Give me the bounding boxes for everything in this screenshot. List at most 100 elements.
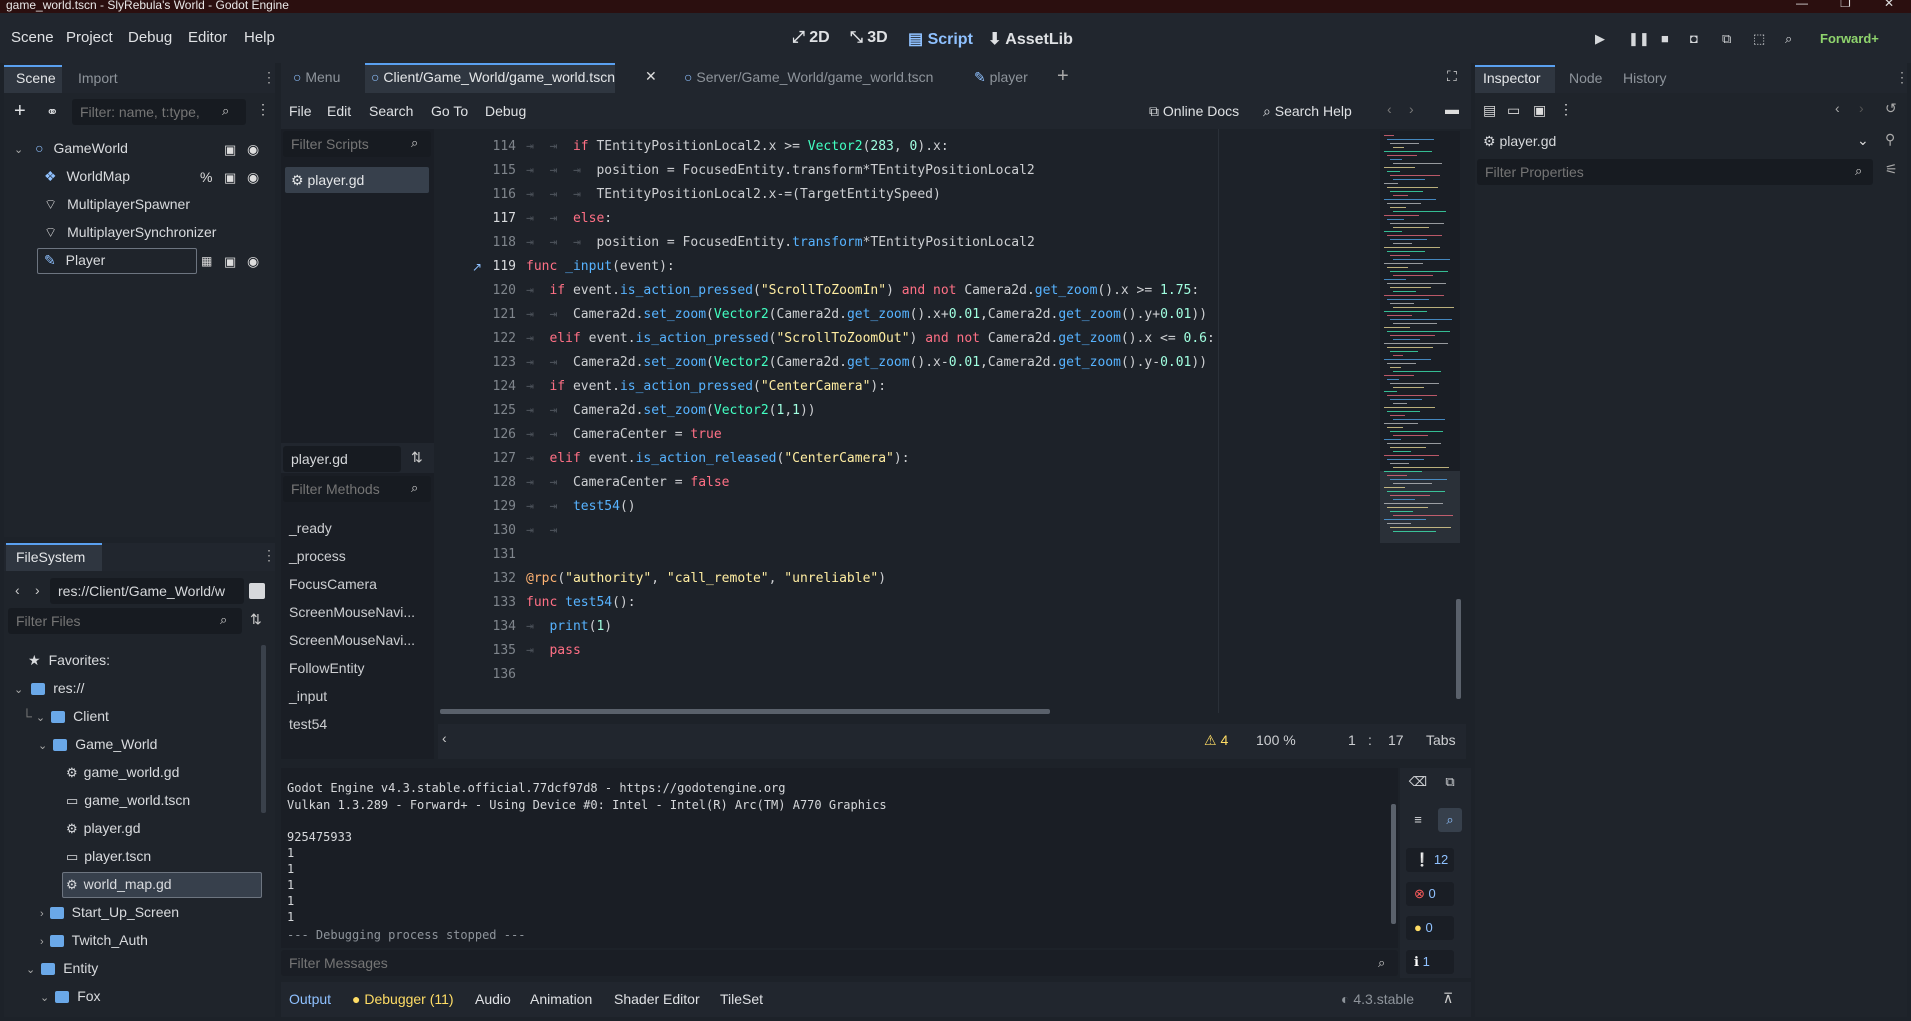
filter-messages-input[interactable] — [281, 950, 1398, 976]
tab-player[interactable]: ✎ player — [974, 69, 1028, 86]
menu-debug[interactable]: Debug — [128, 29, 172, 46]
toggle-panel-icon[interactable]: ▬ — [1445, 101, 1459, 117]
code-editor[interactable]: 114 115 116 117 118 119 120 121 122 123 … — [438, 129, 1466, 724]
folder-entity[interactable]: ⌄ Entity — [26, 960, 98, 976]
next-script-icon[interactable]: › — [1409, 101, 1414, 117]
collapse-icon[interactable]: ≡ — [1406, 808, 1430, 832]
tab-shader-editor[interactable]: Shader Editor — [614, 991, 700, 1007]
forward-icon[interactable]: › — [35, 582, 40, 598]
filter-scripts-input[interactable] — [283, 131, 431, 157]
workspace-2d-button[interactable]: ⤢ 2D — [792, 29, 830, 47]
menu-help[interactable]: Help — [244, 29, 275, 46]
script-menu-goto[interactable]: Go To — [431, 103, 468, 119]
file-game-world-tscn[interactable]: ▭ game_world.tscn — [66, 792, 190, 809]
script-menu-file[interactable]: File — [289, 103, 312, 119]
zoom-level[interactable]: 100 % — [1256, 732, 1296, 748]
resource-options-icon[interactable]: ⋮ — [1559, 101, 1573, 118]
inspected-object-selector[interactable]: ⚙ player.gd ⌄ — [1475, 129, 1875, 155]
filesystem-filter-input[interactable] — [8, 608, 242, 634]
folder-twitch-auth[interactable]: › Twitch_Auth — [40, 932, 148, 948]
play-scene-icon[interactable]: ⧉ — [1722, 31, 1731, 47]
code-hscrollbar[interactable] — [440, 709, 1050, 714]
scene-node-multiplayerspawner[interactable]: ⌔ MultiplayerSpawner — [44, 196, 190, 214]
method-item[interactable]: _ready — [289, 520, 332, 536]
tab-node[interactable]: Node — [1569, 70, 1602, 86]
close-tab-icon[interactable]: ✕ — [645, 68, 657, 85]
method-item[interactable]: FocusCamera — [289, 576, 377, 592]
save-resource-icon[interactable]: ▣ — [1533, 102, 1546, 119]
file-player-tscn[interactable]: ▭ player.tscn — [66, 848, 151, 865]
folder-start-up-screen[interactable]: › Start_Up_Screen — [40, 904, 179, 920]
script-menu-debug[interactable]: Debug — [485, 103, 526, 119]
clapper-icon[interactable]: ▦ — [201, 254, 212, 268]
maximize-icon[interactable]: ❐ — [1840, 0, 1851, 9]
method-override-icon[interactable]: ↗ — [472, 260, 482, 274]
play-icon[interactable]: ▶ — [1595, 31, 1605, 47]
pin-panel-icon[interactable]: ⊼ — [1443, 990, 1453, 1007]
filter-properties-input[interactable] — [1477, 159, 1873, 185]
renderer-selector[interactable]: Forward+ — [1820, 31, 1879, 46]
add-tab-icon[interactable]: + — [1057, 65, 1069, 88]
scene-options-icon[interactable]: ⋮ — [256, 101, 270, 118]
scene-node-multiplayersynchronizer[interactable]: ⌔ MultiplayerSynchronizer — [44, 224, 216, 242]
visibility-eye-icon[interactable]: ◉ — [247, 141, 259, 158]
code-minimap[interactable] — [1380, 131, 1460, 543]
file-player-gd[interactable]: ⚙ player.gd — [66, 820, 140, 837]
favorites-item[interactable]: ★ Favorites: — [28, 652, 110, 669]
workspace-script-button[interactable]: ▤ Script — [908, 29, 973, 49]
folder-client[interactable]: └ ⌄ Client — [22, 708, 109, 724]
prev-script-icon[interactable]: ‹ — [1387, 101, 1392, 117]
load-resource-icon[interactable]: ▭ — [1507, 102, 1520, 119]
script-menu-search[interactable]: Search — [369, 103, 413, 119]
warnings-count-toggle[interactable]: ● 0 — [1406, 916, 1454, 940]
messages-count-toggle[interactable]: ❕ 12 — [1406, 848, 1454, 872]
scene-filter-input[interactable] — [72, 99, 246, 125]
method-item[interactable]: _process — [289, 548, 346, 564]
visibility-eye-icon[interactable]: ◉ — [247, 253, 259, 270]
workspace-3d-button[interactable]: ⤡ 3D — [850, 29, 888, 47]
pause-icon[interactable]: ❚❚ — [1628, 31, 1650, 47]
filter-search-icon[interactable]: ⌕ — [1438, 808, 1462, 832]
menu-project[interactable]: Project — [66, 29, 113, 46]
method-item[interactable]: ScreenMouseNavi... — [289, 632, 415, 648]
unique-name-icon[interactable]: % — [200, 169, 212, 185]
code-vscrollbar[interactable] — [1456, 599, 1461, 699]
indent-mode[interactable]: Tabs — [1426, 732, 1456, 748]
object-history-icon[interactable]: ↺ — [1885, 100, 1897, 117]
tab-output[interactable]: Output — [289, 991, 331, 1007]
movie-maker-icon[interactable]: ⌕ — [1785, 31, 1792, 47]
remote-debug-icon[interactable]: ◘ — [1690, 31, 1698, 46]
tab-server-game-world[interactable]: ○ Server/Game_World/game_world.tscn — [684, 69, 933, 85]
file-game-world-gd[interactable]: ⚙ game_world.gd — [66, 764, 179, 781]
tab-audio[interactable]: Audio — [475, 991, 511, 1007]
tab-history[interactable]: History — [1623, 70, 1667, 86]
link-icon[interactable]: ⚭ — [46, 103, 59, 121]
script-attached-icon[interactable]: ▣ — [224, 142, 236, 158]
output-scrollbar[interactable] — [1391, 804, 1396, 924]
menu-editor[interactable]: Editor — [188, 29, 227, 46]
toggle-scripts-panel-icon[interactable]: ‹ — [442, 730, 447, 746]
filter-methods-input[interactable] — [283, 476, 431, 502]
close-window-icon[interactable]: ✕ — [1884, 0, 1894, 9]
script-menu-edit[interactable]: Edit — [327, 103, 351, 119]
history-forward-icon[interactable]: › — [1859, 100, 1864, 116]
info-count-toggle[interactable]: ℹ 1 — [1406, 950, 1454, 974]
split-mode-icon[interactable] — [249, 583, 265, 599]
history-back-icon[interactable]: ‹ — [1835, 100, 1840, 116]
clear-output-icon[interactable]: ⌫ — [1406, 770, 1430, 794]
output-log[interactable]: Godot Engine v4.3.stable.official.77dcf9… — [281, 768, 1398, 948]
menu-scene[interactable]: Scene — [11, 29, 54, 46]
folder-res[interactable]: ⌄ res:// — [14, 680, 84, 696]
property-options-icon[interactable]: ⚟ — [1885, 161, 1898, 178]
method-item[interactable]: ScreenMouseNavi... — [289, 604, 415, 620]
play-custom-scene-icon[interactable]: ⬚ — [1753, 31, 1765, 47]
object-tool-icon[interactable]: ⚲ — [1885, 131, 1895, 148]
sort-icon[interactable]: ⇅ — [250, 611, 262, 628]
dock-menu-icon[interactable]: ⋮ — [1895, 69, 1909, 86]
online-docs-button[interactable]: ⧉ Online Docs — [1149, 103, 1239, 120]
stop-icon[interactable]: ■ — [1661, 31, 1669, 46]
distraction-free-icon[interactable]: ⛶ — [1447, 68, 1457, 85]
filesystem-path-field[interactable]: res://Client/Game_World/w — [50, 578, 244, 604]
tab-import[interactable]: Import — [78, 70, 118, 86]
scene-node-gameworld[interactable]: ⌄ ○ GameWorld — [14, 140, 128, 156]
